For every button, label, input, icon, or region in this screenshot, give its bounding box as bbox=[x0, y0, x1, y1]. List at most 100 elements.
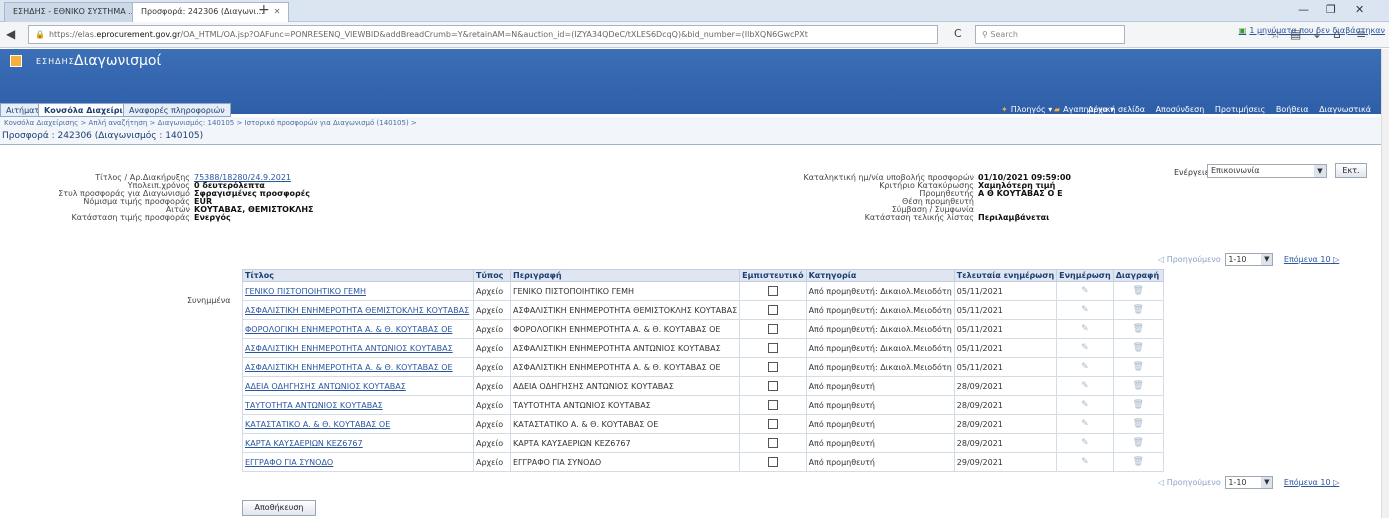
edit-icon[interactable]: ✎ bbox=[1081, 400, 1089, 410]
update-cell: ✎ bbox=[1056, 300, 1114, 320]
confidential-checkbox[interactable] bbox=[767, 400, 778, 410]
breadcrumb[interactable]: Κονσόλα Διαχείρισης > Απλή αναζήτηση > Δ… bbox=[4, 119, 417, 127]
trash-icon[interactable]: 🗑 bbox=[1132, 286, 1143, 296]
attachment-type: Αρχείο bbox=[473, 319, 511, 339]
browser-search-input[interactable]: ⚲ Search bbox=[975, 25, 1125, 44]
attachment-title-link[interactable]: ΓΕΝΙΚΟ ΠΙΣΤΟΠΟΙΗΤΙΚΟ ΓΕΜΗ bbox=[242, 281, 474, 301]
field-value: Ενεργός bbox=[194, 213, 231, 222]
attachment-description: ΑΣΦΑΛΙΣΤΙΚΗ ΕΝΗΜΕΡΟΤΗΤΑ Α. & Θ. ΚΟΥΤΑΒΑΣ… bbox=[509, 357, 741, 377]
table-row: ΑΔΕΙΑ ΟΔΗΓΗΣΗΣ ΑΝΤΩΝΙΟΣ ΚΟΥΤΑΒΑΣ Αρχείο ΑΔ… bbox=[242, 376, 1164, 396]
col-title[interactable]: Τίτλος bbox=[242, 269, 474, 282]
confidential-checkbox[interactable] bbox=[767, 343, 778, 353]
attachment-description: ΕΓΓΡΑΦΟ ΓΙΑ ΣΥΝΟΔΟ bbox=[509, 452, 741, 472]
edit-icon[interactable]: ✎ bbox=[1081, 305, 1089, 315]
delete-cell: 🗑 bbox=[1112, 357, 1164, 377]
edit-icon[interactable]: ✎ bbox=[1081, 286, 1089, 296]
save-button[interactable]: Αποθήκευση bbox=[242, 500, 316, 516]
trash-icon[interactable]: 🗑 bbox=[1132, 343, 1143, 353]
url-bar[interactable]: 🔒 https://elas.eprocurement.gov.gr/OA_HTM… bbox=[28, 25, 938, 44]
minimize-icon[interactable]: — bbox=[1298, 3, 1309, 16]
prev-page-link[interactable]: ◁ Προηγούμενο bbox=[1158, 478, 1221, 487]
attachment-category: Από προμηθευτή bbox=[805, 376, 955, 396]
attachment-title-link[interactable]: ΑΣΦΑΛΙΣΤΙΚΗ ΕΝΗΜΕΡΟΤΗΤΑ ΑΝΤΩΝΙΟΣ ΚΟΥΤΑΒΑ… bbox=[242, 338, 474, 358]
trash-icon[interactable]: 🗑 bbox=[1132, 457, 1143, 467]
actions-select[interactable]: Επικοινωνία ▼ bbox=[1207, 164, 1327, 178]
col-category[interactable]: Κατηγορία bbox=[805, 269, 955, 282]
attachment-category: Από προμηθευτή: Δικαιολ.Μειοδότη bbox=[805, 281, 955, 301]
delete-cell: 🗑 bbox=[1112, 452, 1164, 472]
attachment-title-link[interactable]: ΑΣΦΑΛΙΣΤΙΚΗ ΕΝΗΜΕΡΟΤΗΤΑ Α. & Θ. ΚΟΥΤΑΒΑΣ… bbox=[242, 357, 474, 377]
confidential-checkbox[interactable] bbox=[767, 438, 778, 448]
confidential-checkbox[interactable] bbox=[767, 324, 778, 334]
tab-reports[interactable]: Αναφορές πληροφοριών bbox=[123, 103, 231, 117]
new-tab-icon[interactable]: + bbox=[258, 3, 270, 17]
next-page-link[interactable]: Επόμενα 10 ▷ bbox=[1284, 478, 1339, 487]
prev-page-link[interactable]: ◁ Προηγούμενο bbox=[1158, 255, 1221, 264]
table-row: ΚΑΡΤΑ ΚΑΥΣΑΕΡΙΩΝ ΚΕΖ6767 Αρχείο ΚΑΡΤΑ ΚΑΥΣ… bbox=[242, 433, 1164, 453]
edit-icon[interactable]: ✎ bbox=[1081, 343, 1089, 353]
attachment-description: ΤΑΥΤΟΤΗΤΑ ΑΝΤΩΝΙΟΣ ΚΟΥΤΑΒΑΣ bbox=[509, 395, 741, 415]
attachment-title-link[interactable]: ΕΓΓΡΑΦΟ ΓΙΑ ΣΥΝΟΔΟ bbox=[242, 452, 474, 472]
attachment-type: Αρχείο bbox=[473, 414, 511, 434]
attachment-title-link[interactable]: ΤΑΥΤΟΤΗΤΑ ΑΝΤΩΝΙΟΣ ΚΟΥΤΑΒΑΣ bbox=[242, 395, 474, 415]
confidential-cell bbox=[739, 338, 807, 358]
attachment-type: Αρχείο bbox=[473, 338, 511, 358]
edit-icon[interactable]: ✎ bbox=[1081, 324, 1089, 334]
delete-cell: 🗑 bbox=[1112, 300, 1164, 320]
attachment-updated: 05/11/2021 bbox=[953, 338, 1058, 358]
attachment-title-link[interactable]: ΚΑΡΤΑ ΚΑΥΣΑΕΡΙΩΝ ΚΕΖ6767 bbox=[242, 433, 474, 453]
attachment-type: Αρχείο bbox=[473, 452, 511, 472]
trash-icon[interactable]: 🗑 bbox=[1132, 305, 1143, 315]
confidential-checkbox[interactable] bbox=[767, 286, 778, 296]
trash-icon[interactable]: 🗑 bbox=[1132, 400, 1143, 410]
reload-icon[interactable]: C bbox=[954, 27, 962, 40]
maximize-icon[interactable]: ❐ bbox=[1326, 3, 1336, 16]
next-page-link[interactable]: Επόμενα 10 ▷ bbox=[1284, 255, 1339, 264]
edit-icon[interactable]: ✎ bbox=[1081, 419, 1089, 429]
attachment-updated: 28/09/2021 bbox=[953, 376, 1058, 396]
confidential-checkbox[interactable] bbox=[767, 305, 778, 315]
page-scrollbar[interactable] bbox=[1381, 49, 1389, 518]
page-range-select[interactable]: 1-10 ▼ bbox=[1225, 253, 1274, 266]
attachment-title-link[interactable]: ΚΑΤΑΣΤΑΤΙΚΟ Α. & Θ. ΚΟΥΤΑΒΑΣ ΟΕ bbox=[242, 414, 474, 434]
confidential-checkbox[interactable] bbox=[767, 381, 778, 391]
attachment-category: Από προμηθευτή: Δικαιολ.Μειοδότη bbox=[805, 300, 955, 320]
edit-icon[interactable]: ✎ bbox=[1081, 457, 1089, 467]
attachment-type: Αρχείο bbox=[473, 433, 511, 453]
trash-icon[interactable]: 🗑 bbox=[1132, 362, 1143, 372]
confidential-checkbox[interactable] bbox=[767, 362, 778, 372]
edit-icon[interactable]: ✎ bbox=[1081, 381, 1089, 391]
attachment-updated: 29/09/2021 bbox=[953, 452, 1058, 472]
page-range-select[interactable]: 1-10 ▼ bbox=[1225, 476, 1274, 489]
url-domain: eprocurement.gov.gr bbox=[96, 30, 181, 39]
attachment-updated: 28/09/2021 bbox=[953, 414, 1058, 434]
attachment-updated: 05/11/2021 bbox=[953, 357, 1058, 377]
trash-icon[interactable]: 🗑 bbox=[1132, 438, 1143, 448]
close-tab-icon[interactable]: ✕ bbox=[274, 7, 281, 16]
field-value: Α Θ ΚΟΥΤΑΒΑΣ Ο Ε bbox=[978, 189, 1063, 198]
attachment-category: Από προμηθευτή bbox=[805, 414, 955, 434]
edit-icon[interactable]: ✎ bbox=[1081, 438, 1089, 448]
attachment-updated: 05/11/2021 bbox=[953, 281, 1058, 301]
attachment-title-link[interactable]: ΑΔΕΙΑ ΟΔΗΓΗΣΗΣ ΑΝΤΩΝΙΟΣ ΚΟΥΤΑΒΑΣ bbox=[242, 376, 474, 396]
attachment-description: ΑΔΕΙΑ ΟΔΗΓΗΣΗΣ ΑΝΤΩΝΙΟΣ ΚΟΥΤΑΒΑΣ bbox=[509, 376, 741, 396]
back-icon[interactable]: ◀ bbox=[6, 27, 15, 41]
prev-label: Προηγούμενο bbox=[1166, 255, 1221, 264]
trash-icon[interactable]: 🗑 bbox=[1132, 324, 1143, 334]
close-window-icon[interactable]: ✕ bbox=[1355, 3, 1364, 16]
attachment-title-link[interactable]: ΦΟΡΟΛΟΓΙΚΗ ΕΝΗΜΕΡΟΤΗΤΑ Α. & Θ. ΚΟΥΤΑΒΑΣ … bbox=[242, 319, 474, 339]
confidential-checkbox[interactable] bbox=[767, 419, 778, 429]
col-confidential: Εμπιστευτικό bbox=[739, 269, 807, 282]
unread-notifications-link[interactable]: ▣ 1 μηνύματα που δεν διαβάστηκαν bbox=[1239, 26, 1385, 35]
update-cell: ✎ bbox=[1056, 281, 1114, 301]
update-cell: ✎ bbox=[1056, 452, 1114, 472]
edit-icon[interactable]: ✎ bbox=[1081, 362, 1089, 372]
trash-icon[interactable]: 🗑 bbox=[1132, 381, 1143, 391]
trash-icon[interactable]: 🗑 bbox=[1132, 419, 1143, 429]
confidential-checkbox[interactable] bbox=[767, 457, 778, 467]
attachment-title-link[interactable]: ΑΣΦΑΛΙΣΤΙΚΗ ΕΝΗΜΕΡΟΤΗΤΑ ΘΕΜΙΣΤΟΚΛΗΣ ΚΟΥΤ… bbox=[242, 300, 474, 320]
confidential-cell bbox=[739, 300, 807, 320]
attachment-category: Από προμηθευτή: Δικαιολ.Μειοδότη bbox=[805, 319, 955, 339]
go-button[interactable]: Εκτ. bbox=[1335, 163, 1367, 178]
confidential-cell bbox=[739, 281, 807, 301]
